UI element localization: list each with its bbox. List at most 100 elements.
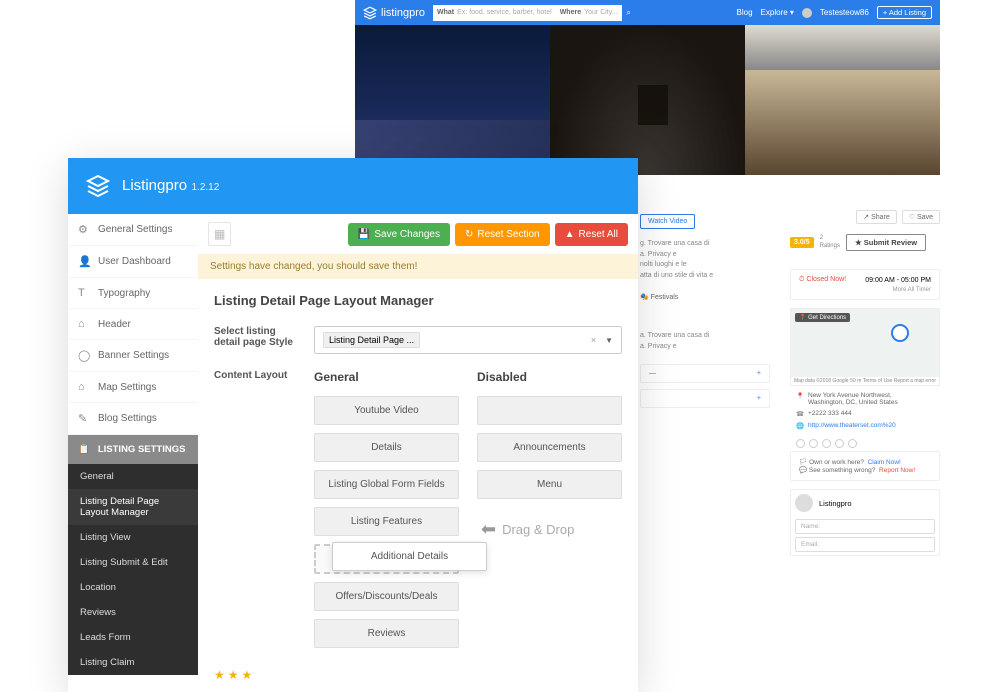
preview-navbar: listingpro What Ex: food, service, barbe… — [355, 0, 940, 25]
accordion-item[interactable]: + — [640, 389, 770, 408]
sidebar-sub-item[interactable]: Listing Submit & Edit — [68, 550, 198, 575]
layout-item[interactable] — [477, 396, 622, 425]
closed-status: ⏱ Closed Now! — [799, 276, 846, 284]
layout-item[interactable]: Youtube Video — [314, 396, 459, 425]
layout-item[interactable]: Details — [314, 433, 459, 462]
arrow-left-icon: ⬅ — [481, 519, 496, 540]
star-icon: ★ — [214, 668, 225, 682]
search-what[interactable]: What Ex: food, service, barber, hotel — [433, 9, 556, 16]
layout-item[interactable]: Listing Features — [314, 507, 459, 536]
nav-icon: ✎ — [78, 412, 90, 425]
col-general-header: General — [314, 370, 459, 384]
drag-hint: ⬅ Drag & Drop — [477, 519, 622, 540]
layout-item[interactable]: Offers/Discounts/Deals — [314, 582, 459, 611]
admin-brand: Listingpro — [122, 177, 187, 194]
sidebar-sub-item[interactable]: Leads Form — [68, 625, 198, 650]
layout-item[interactable]: Announcements — [477, 433, 622, 462]
social-icon[interactable] — [835, 439, 844, 448]
sidebar-item[interactable]: ◯Banner Settings — [68, 340, 198, 372]
hours-widget: ⏱ Closed Now! 09:00 AM - 05:00 PM More A… — [790, 269, 940, 300]
sidebar-item[interactable]: 👤User Dashboard — [68, 246, 198, 278]
sidebar-sub-item[interactable]: Listing Detail Page Layout Manager — [68, 489, 198, 525]
layout-item[interactable]: Menu — [477, 470, 622, 499]
warning-icon: ▲ — [565, 229, 575, 240]
chevron-down-icon: ▼ — [605, 336, 613, 345]
admin-panel: Listingpro 1.2.12 ⚙General Settings👤User… — [68, 158, 638, 692]
style-select[interactable]: Listing Detail Page ... × ▼ — [314, 326, 622, 354]
reset-section-button[interactable]: ↻Reset Section — [455, 223, 550, 246]
category-tag[interactable]: 🎭 Festivals — [640, 293, 770, 301]
contact-email-input[interactable]: Email: — [795, 537, 935, 552]
general-column: General Youtube Video Details Listing Glob… — [314, 370, 459, 656]
admin-content: ▦ 💾Save Changes ↻Reset Section ▲Reset Al… — [198, 214, 638, 692]
website-link[interactable]: http://www.theaterset.com%20 — [808, 422, 896, 429]
social-icon[interactable] — [796, 439, 805, 448]
avatar[interactable] — [795, 494, 813, 512]
save-button[interactable]: ♡ Save — [902, 210, 940, 224]
sidebar-sub-item[interactable]: Listing Claim — [68, 650, 198, 675]
star-rating-display: ★★★ — [198, 664, 638, 692]
search-where[interactable]: Where Your City... — [556, 9, 622, 16]
sidebar-sub-item[interactable]: Location — [68, 575, 198, 600]
save-icon: 💾 — [358, 229, 370, 240]
claim-link[interactable]: Claim Now! — [868, 459, 901, 466]
preview-logo[interactable]: listingpro — [363, 6, 425, 20]
social-icon[interactable] — [809, 439, 818, 448]
star-icon: ★ — [242, 668, 253, 682]
sidebar-item[interactable]: ✎Blog Settings — [68, 403, 198, 435]
hero-gallery — [355, 25, 940, 175]
col-disabled-header: Disabled — [477, 370, 622, 384]
contact-name-input[interactable]: Name: — [795, 519, 935, 534]
sidebar-sub-item[interactable]: Reviews — [68, 600, 198, 625]
nav-blog[interactable]: Blog — [737, 8, 753, 17]
sidebar-sub-item[interactable]: Listing View — [68, 525, 198, 550]
description-2: a. Trovare una casa dia. Privacy e — [640, 331, 770, 352]
add-listing-button[interactable]: + Add Listing — [877, 6, 932, 19]
report-link[interactable]: Report Now! — [879, 467, 915, 474]
avatar[interactable] — [802, 8, 812, 18]
search-submit[interactable]: ⌕ — [622, 5, 636, 21]
nav-icon: ◯ — [78, 349, 90, 362]
save-changes-button[interactable]: 💾Save Changes — [348, 223, 450, 246]
sidebar-section-listing[interactable]: 📋 LISTING SETTINGS — [68, 435, 198, 464]
clear-icon[interactable]: × — [591, 335, 596, 345]
sidebar-sub-item[interactable]: General — [68, 464, 198, 489]
sidebar-item[interactable]: ⌂Header — [68, 309, 198, 340]
nav-explore[interactable]: Explore ▾ — [761, 8, 794, 17]
sidebar-item[interactable]: ⚙General Settings — [68, 214, 198, 246]
more-hours[interactable]: More All Timer — [799, 287, 931, 293]
sidebar-item[interactable]: TTypography — [68, 278, 198, 309]
social-row — [790, 436, 940, 451]
get-directions-button[interactable]: 📍 Get Directions — [795, 313, 850, 322]
clipboard-icon: 📋 — [78, 444, 90, 455]
dragging-item[interactable]: Additional Details — [332, 542, 487, 571]
share-button[interactable]: ↗ Share — [856, 210, 897, 224]
style-label: Select listing detail page Style — [214, 326, 304, 354]
social-icon[interactable] — [848, 439, 857, 448]
layers-icon — [363, 6, 377, 20]
settings-changed-notice: Settings have changed, you should save t… — [198, 254, 638, 279]
hero-image-2[interactable] — [550, 25, 745, 175]
search-icon: ⌕ — [626, 8, 630, 18]
star-icon: ★ — [228, 668, 239, 682]
phone-icon: ☎ — [796, 410, 804, 418]
accordion-item[interactable]: —+ — [640, 364, 770, 383]
preview-search: What Ex: food, service, barber, hotel Wh… — [433, 5, 636, 21]
sidebar-item[interactable]: ⌂Map Settings — [68, 372, 198, 403]
hero-image-3[interactable] — [745, 25, 940, 175]
submit-review-button[interactable]: ★ Submit Review — [846, 234, 926, 251]
admin-header: Listingpro 1.2.12 — [68, 158, 638, 214]
watch-video-button[interactable]: Watch Video — [640, 214, 695, 229]
reset-all-button[interactable]: ▲Reset All — [555, 223, 628, 246]
hero-image-1[interactable] — [355, 25, 550, 175]
grid-toggle-icon[interactable]: ▦ — [208, 222, 231, 246]
contact-info: 📍New York Avenue Northwest,Washington, D… — [790, 386, 940, 436]
nav-icon: 👤 — [78, 255, 90, 268]
social-icon[interactable] — [822, 439, 831, 448]
layers-icon — [86, 174, 110, 198]
rating-badge: 3.0/5 — [790, 237, 814, 248]
map-widget[interactable]: 📍 Get Directions Map data ©2018 Google50… — [790, 308, 940, 386]
nav-user[interactable]: Testesteow86 — [820, 8, 869, 17]
description: g. Trovare una casa dia. Privacy enolti … — [640, 239, 770, 281]
layout-item[interactable]: Listing Global Form Fields — [314, 470, 459, 499]
